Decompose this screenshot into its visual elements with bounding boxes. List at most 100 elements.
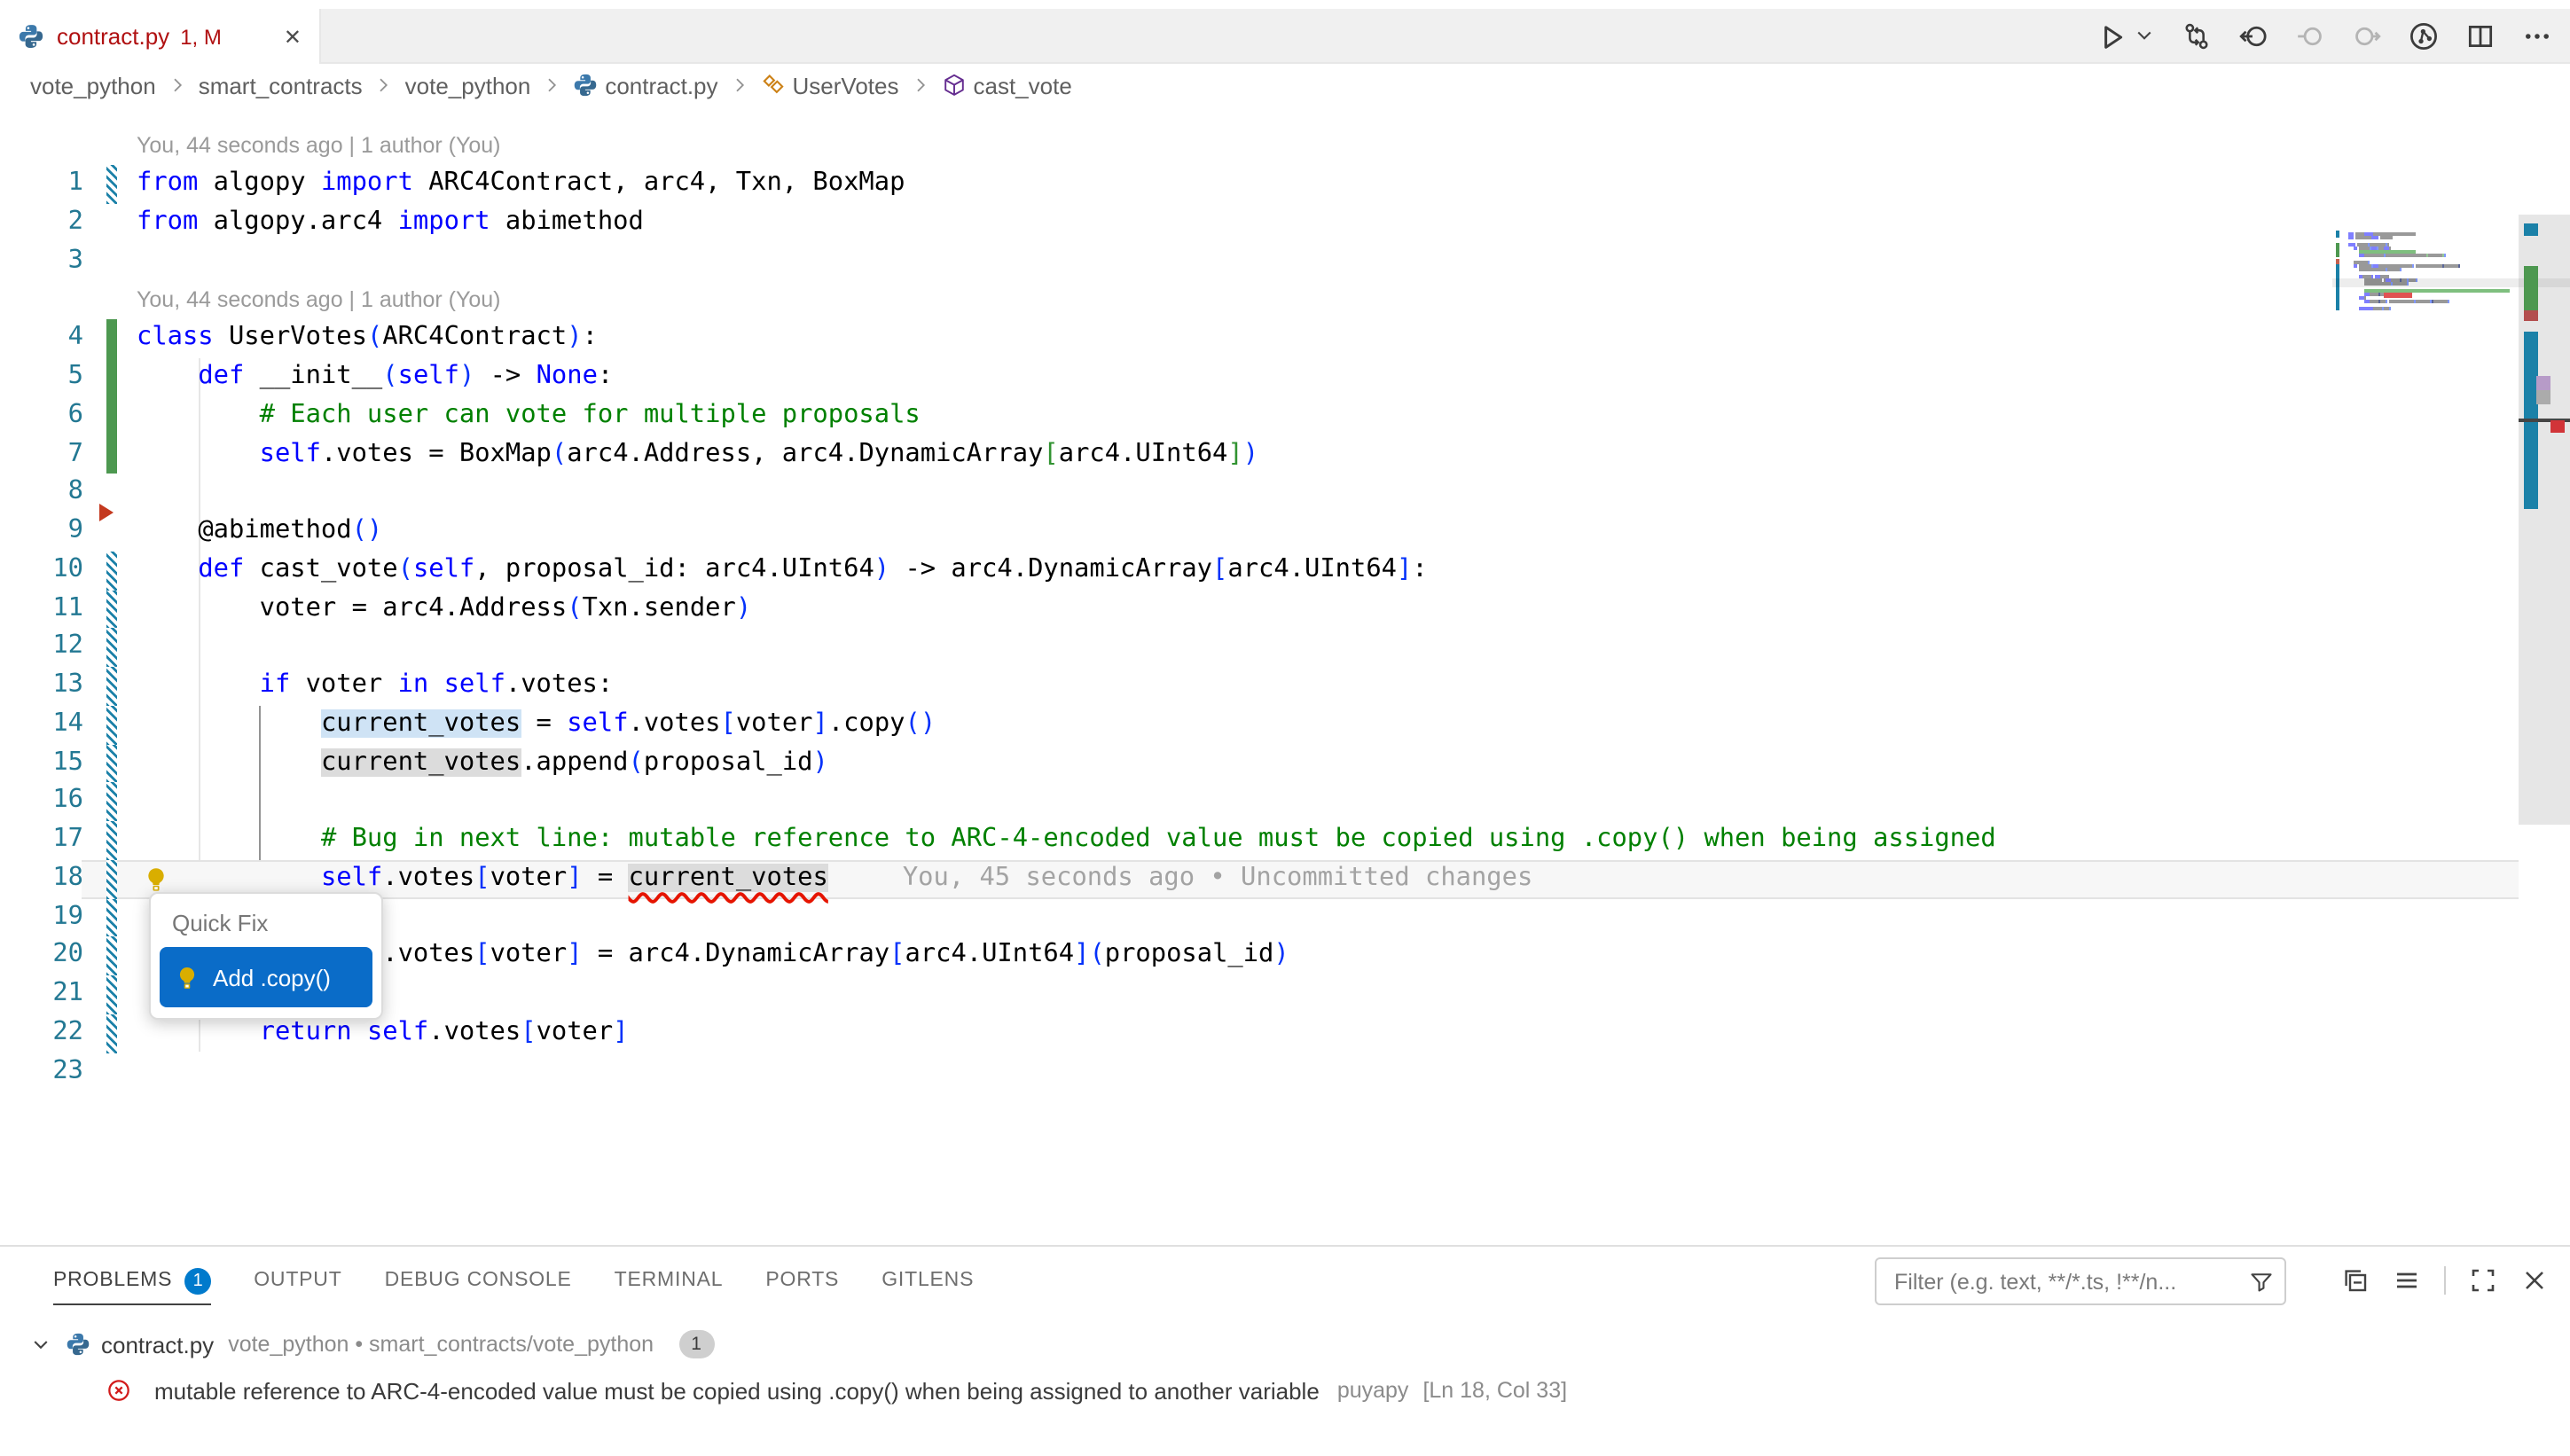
code-line[interactable]: 6 # Each user can vote for multiple prop… bbox=[0, 397, 2519, 436]
code-line[interactable]: 7 self.votes = BoxMap(arc4.Address, arc4… bbox=[0, 435, 2519, 474]
line-number[interactable]: 12 bbox=[0, 629, 83, 668]
code-line[interactable]: 13 if voter in self.votes: bbox=[0, 667, 2519, 706]
filter-funnel-icon[interactable] bbox=[2249, 1269, 2274, 1294]
line-number[interactable]: 18 bbox=[0, 860, 83, 899]
code-editor[interactable]: You, 44 seconds ago | 1 author (You)1fro… bbox=[0, 106, 2570, 1245]
code-line[interactable]: 17 # Bug in next line: mutable reference… bbox=[0, 821, 2519, 860]
gutter-modified-indicator[interactable] bbox=[106, 552, 117, 591]
chevron-down-icon[interactable] bbox=[30, 1334, 51, 1355]
line-number[interactable]: 21 bbox=[0, 975, 83, 1014]
breadcrumb-item-file[interactable]: contract.py bbox=[573, 72, 717, 98]
code-line[interactable]: 14 current_votes = self.votes[voter].cop… bbox=[0, 706, 2519, 745]
run-dropdown-chevron-icon[interactable] bbox=[2134, 21, 2155, 51]
code-line[interactable]: 23 bbox=[0, 1053, 2519, 1092]
tab-gitlens[interactable]: GITLENS bbox=[881, 1247, 974, 1314]
compare-changes-icon[interactable] bbox=[2182, 21, 2212, 51]
go-back-icon[interactable] bbox=[2238, 21, 2268, 51]
gutter-modified-indicator[interactable] bbox=[106, 706, 117, 745]
gutter-modified-indicator[interactable] bbox=[106, 629, 117, 668]
lightbulb-icon[interactable] bbox=[142, 865, 170, 894]
code-line[interactable]: 1from algopy import ARC4Contract, arc4, … bbox=[0, 166, 2519, 205]
line-number[interactable]: 4 bbox=[0, 320, 83, 359]
gutter-deleted-indicator[interactable] bbox=[99, 503, 114, 521]
line-number[interactable]: 16 bbox=[0, 783, 83, 822]
gutter-modified-indicator[interactable] bbox=[106, 898, 117, 937]
line-number[interactable]: 6 bbox=[0, 397, 83, 436]
code-line[interactable]: 5 def __init__(self) -> None: bbox=[0, 358, 2519, 397]
tab-problems[interactable]: PROBLEMS 1 bbox=[53, 1247, 211, 1314]
code-line[interactable]: 10 def cast_vote(self, proposal_id: arc4… bbox=[0, 552, 2519, 591]
overview-ruler[interactable] bbox=[2519, 106, 2570, 1245]
maximize-panel-icon[interactable] bbox=[2469, 1266, 2497, 1295]
bottom-panel: PROBLEMS 1 OUTPUT DEBUG CONSOLE TERMINAL… bbox=[0, 1245, 2570, 1456]
line-number[interactable]: 7 bbox=[0, 435, 83, 474]
problems-filter-input[interactable] bbox=[1891, 1267, 2249, 1296]
tab-contract-py[interactable]: contract.py 1, M ✕ bbox=[0, 9, 321, 64]
line-number[interactable]: 23 bbox=[0, 1053, 83, 1092]
view-as-list-icon[interactable] bbox=[2393, 1266, 2421, 1295]
minimap[interactable] bbox=[2332, 106, 2519, 1245]
gutter-added-indicator[interactable] bbox=[106, 435, 117, 474]
more-actions-icon[interactable] bbox=[2522, 21, 2552, 51]
code-line[interactable]: 3 bbox=[0, 243, 2519, 282]
problem-file-group-row[interactable]: contract.py vote_python • smart_contract… bbox=[0, 1321, 2570, 1367]
run-python-file-icon[interactable] bbox=[2096, 21, 2127, 51]
line-number[interactable]: 1 bbox=[0, 166, 83, 205]
tab-debug-console[interactable]: DEBUG CONSOLE bbox=[385, 1247, 572, 1314]
breadcrumb-item[interactable]: vote_python bbox=[30, 72, 156, 98]
line-number[interactable]: 9 bbox=[0, 513, 83, 552]
line-number[interactable]: 20 bbox=[0, 937, 83, 976]
line-number[interactable]: 8 bbox=[0, 474, 83, 513]
line-number[interactable]: 17 bbox=[0, 821, 83, 860]
gutter-added-indicator[interactable] bbox=[106, 320, 117, 359]
line-number[interactable]: 2 bbox=[0, 204, 83, 243]
breadcrumb-item[interactable]: vote_python bbox=[405, 72, 531, 98]
code-line[interactable]: 8 bbox=[0, 474, 2519, 513]
gutter-modified-indicator[interactable] bbox=[106, 783, 117, 822]
breadcrumb-item-method[interactable]: cast_vote bbox=[942, 72, 1072, 98]
code-line[interactable]: 11 voter = arc4.Address(Txn.sender) bbox=[0, 590, 2519, 629]
gutter-modified-indicator[interactable] bbox=[106, 744, 117, 783]
line-number[interactable]: 10 bbox=[0, 552, 83, 591]
line-number[interactable]: 14 bbox=[0, 706, 83, 745]
tab-close-icon[interactable]: ✕ bbox=[284, 26, 302, 47]
line-number[interactable]: 5 bbox=[0, 358, 83, 397]
problem-message: mutable reference to ARC-4-encoded value… bbox=[154, 1377, 1320, 1404]
gutter-modified-indicator[interactable] bbox=[106, 667, 117, 706]
gutter-added-indicator[interactable] bbox=[106, 397, 117, 436]
code-line[interactable]: 2from algopy.arc4 import abimethod bbox=[0, 204, 2519, 243]
breadcrumb-item-class[interactable]: UserVotes bbox=[761, 72, 899, 98]
line-number[interactable]: 15 bbox=[0, 744, 83, 783]
gutter-modified-indicator[interactable] bbox=[106, 937, 117, 976]
tab-output[interactable]: OUTPUT bbox=[254, 1247, 341, 1314]
collapse-all-icon[interactable] bbox=[2341, 1266, 2370, 1295]
problems-filter bbox=[1875, 1257, 2286, 1305]
breadcrumb-item[interactable]: smart_contracts bbox=[199, 72, 363, 98]
line-number[interactable]: 11 bbox=[0, 590, 83, 629]
gutter-modified-indicator[interactable] bbox=[106, 821, 117, 860]
close-panel-icon[interactable] bbox=[2520, 1266, 2549, 1295]
line-number[interactable]: 19 bbox=[0, 898, 83, 937]
code-line[interactable]: 12 bbox=[0, 629, 2519, 668]
code-line[interactable]: 9 @abimethod() bbox=[0, 513, 2519, 552]
gutter-added-indicator[interactable] bbox=[106, 358, 117, 397]
line-number[interactable]: 13 bbox=[0, 667, 83, 706]
line-number[interactable]: 3 bbox=[0, 243, 83, 282]
gutter-modified-indicator[interactable] bbox=[106, 1014, 117, 1053]
code-line[interactable]: 15 current_votes.append(proposal_id) bbox=[0, 744, 2519, 783]
problem-row[interactable]: mutable reference to ARC-4-encoded value… bbox=[0, 1367, 2570, 1413]
tab-terminal[interactable]: TERMINAL bbox=[615, 1247, 724, 1314]
commit-graph-icon[interactable] bbox=[2409, 21, 2439, 51]
breadcrumb: vote_python smart_contracts vote_python … bbox=[0, 64, 2570, 106]
quick-fix-item-add-copy[interactable]: Add .copy() bbox=[160, 947, 372, 1007]
gutter-modified-indicator[interactable] bbox=[106, 975, 117, 1014]
line-number[interactable]: 22 bbox=[0, 1014, 83, 1053]
gutter-modified-indicator[interactable] bbox=[106, 166, 117, 205]
gutter-modified-indicator[interactable] bbox=[106, 590, 117, 629]
code-line[interactable]: 16 bbox=[0, 783, 2519, 822]
code-line[interactable]: 4class UserVotes(ARC4Contract): bbox=[0, 320, 2519, 359]
code-line[interactable]: 22 return self.votes[voter] bbox=[0, 1014, 2519, 1053]
gutter-modified-indicator[interactable] bbox=[106, 860, 117, 899]
split-editor-icon[interactable] bbox=[2465, 21, 2496, 51]
tab-ports[interactable]: PORTS bbox=[765, 1247, 839, 1314]
